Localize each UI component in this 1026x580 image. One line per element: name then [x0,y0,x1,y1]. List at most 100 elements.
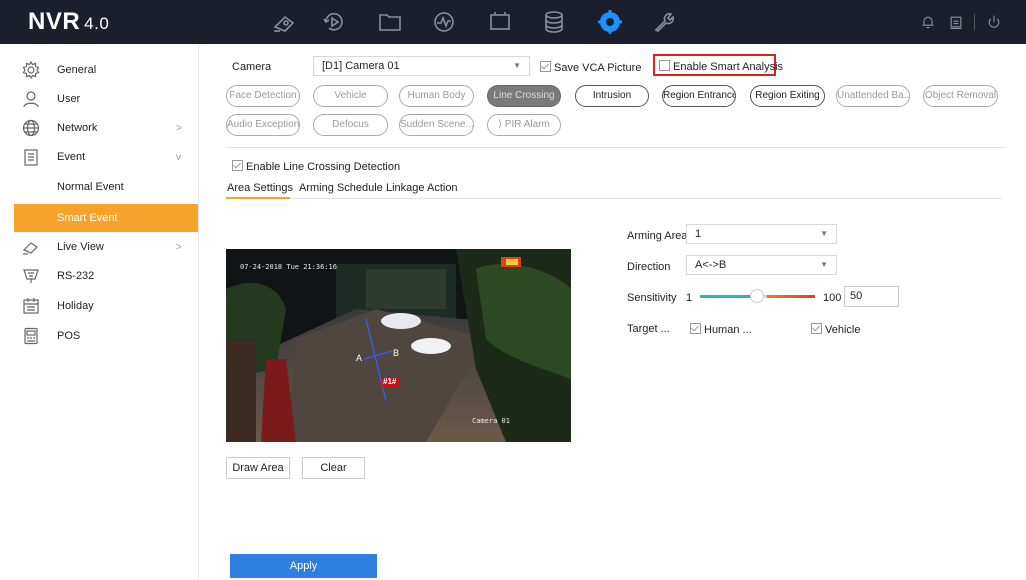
nvr-logo: NVR 4.0 [28,8,110,35]
user-icon [23,91,39,108]
enable-smart-analysis-checkbox[interactable]: Enable Smart Analysis [659,60,783,73]
func-vehicle[interactable]: Vehicle [313,85,388,107]
file-management-icon[interactable] [376,8,404,36]
arming-area-value: 1 [695,228,702,240]
smart-analysis-icon[interactable] [430,8,458,36]
sidebar-item-label: Normal Event [57,181,124,193]
video-timestamp: 07-24-2018 Tue 21:36:16 [240,263,337,271]
save-vca-checkbox[interactable]: Save VCA Picture [540,61,641,74]
func-defocus[interactable]: Defocus [313,114,388,136]
sidebar-item-label: Live View [57,241,104,253]
target-human-label: Human ... [704,324,752,336]
direction-label: Direction [627,261,671,273]
alarm-bell-icon[interactable] [918,8,938,36]
target-vehicle-label: Vehicle [825,324,861,336]
tab-divider [226,198,1002,199]
power-icon[interactable] [984,8,1004,36]
sidebar-item-label: Smart Event [57,212,118,224]
direction-value: A<->B [695,259,727,271]
sidebar-item-network[interactable]: Network > [0,114,198,142]
func-sudden-scene-change[interactable]: Sudden Scene... [399,114,474,136]
enable-line-crossing-label: Enable Line Crossing Detection [246,161,401,173]
func-intrusion[interactable]: Intrusion [575,85,649,107]
sidebar-item-label: Network [57,122,98,134]
sidebar-item-smart-event[interactable]: Smart Event [14,204,198,232]
clear-button[interactable]: Clear [302,457,365,479]
checkbox-icon [659,60,670,71]
dropdown-arrow-icon: ▼ [820,260,828,269]
func-line-crossing[interactable]: Line Crossing [487,85,561,107]
chevron-right-icon: > [176,241,182,253]
draw-area-button[interactable]: Draw Area [226,457,290,479]
active-tab-indicator [226,197,290,199]
sensitivity-label: Sensitivity [627,292,677,304]
sidebar-item-label: Event [57,151,86,163]
camera-select[interactable]: [D1] Camera 01 ▼ [313,56,530,76]
live-view-icon[interactable] [270,8,298,36]
configuration-window-icon[interactable] [486,8,514,36]
tab-arming-schedule[interactable]: Arming Schedule [299,182,383,194]
sidebar-item-label: POS [57,330,81,342]
arming-area-select[interactable]: 1 ▼ [686,224,837,244]
video-preview[interactable]: 07-24-2018 Tue 21:36:16 Camera 01 #1# A … [226,249,571,442]
sidebar-item-pos[interactable]: POS [0,322,198,350]
func-object-removal[interactable]: Object Removal [923,85,998,107]
camera-scene [226,249,571,442]
sidebar-item-event[interactable]: Event v [0,143,198,171]
topbar-divider [974,14,975,30]
calendar-icon [23,298,39,314]
func-pir-alarm[interactable]: ⟩ PIR Alarm [487,114,561,136]
pos-icon [24,327,38,345]
main-panel: Camera [D1] Camera 01 ▼ Save VCA Picture… [210,44,1010,580]
checkbox-icon [811,323,822,334]
func-region-exiting[interactable]: Region Exiting [750,85,825,107]
sidebar-item-general[interactable]: General [0,56,198,84]
enable-smart-analysis-label: Enable Smart Analysis [673,61,784,73]
system-gear-icon[interactable] [596,8,624,36]
sidebar: General User Network > Event v Normal Ev… [0,44,199,580]
notification-icon[interactable] [946,8,966,36]
sidebar-item-normal-event[interactable]: Normal Event [0,173,198,201]
clipboard-icon [24,149,38,166]
rs232-icon [23,269,39,283]
sidebar-item-label: User [57,93,81,105]
globe-icon [22,119,40,137]
sidebar-item-rs232[interactable]: RS-232 [0,262,198,290]
sensitivity-min: 1 [686,292,693,304]
apply-button[interactable]: Apply [230,554,377,578]
maintenance-icon[interactable] [650,8,678,36]
sensitivity-slider-handle[interactable] [750,289,764,303]
chevron-down-icon: v [176,151,181,163]
sensitivity-input[interactable]: 50 [844,286,899,307]
pir-alarm-label: PIR Alarm [504,119,550,130]
storage-icon[interactable] [540,8,568,36]
sidebar-item-label: General [57,64,97,76]
direction-select[interactable]: A<->B ▼ [686,255,837,275]
sidebar-item-live-view[interactable]: Live View > [0,233,198,261]
func-human-body[interactable]: Human Body [399,85,474,107]
func-region-entrance[interactable]: Region Entrance [662,85,736,107]
sidebar-item-label: RS-232 [57,270,95,282]
func-audio-exception[interactable]: Audio Exception [226,114,300,136]
sidebar-item-holiday[interactable]: Holiday [0,292,198,320]
tab-linkage-action[interactable]: Linkage Action [386,182,458,194]
target-human-checkbox[interactable]: Human ... [690,323,752,336]
line-point-b: B [393,348,400,358]
line-point-a: A [356,353,363,363]
func-unattended-baggage[interactable]: Unattended Ba... [836,85,910,107]
top-navigation-bar: NVR 4.0 [0,0,1026,44]
dropdown-arrow-icon: ▼ [820,229,828,238]
checkbox-icon [232,160,243,171]
sidebar-item-user[interactable]: User [0,85,198,113]
dropdown-arrow-icon: ▼ [513,61,521,70]
camera-label: Camera [232,61,272,73]
func-face-detection[interactable]: Face Detection [226,85,300,107]
playback-icon[interactable] [320,8,348,36]
enable-line-crossing-checkbox[interactable]: Enable Line Crossing Detection [232,160,400,173]
pir-alarm-icon: ⟩ [498,119,505,130]
tab-area-settings[interactable]: Area Settings [227,182,293,194]
arming-area-label: Arming Area [627,230,688,242]
target-vehicle-checkbox[interactable]: Vehicle [811,323,860,336]
camera-select-value: [D1] Camera 01 [322,60,400,72]
sensitivity-max: 100 [823,292,842,304]
